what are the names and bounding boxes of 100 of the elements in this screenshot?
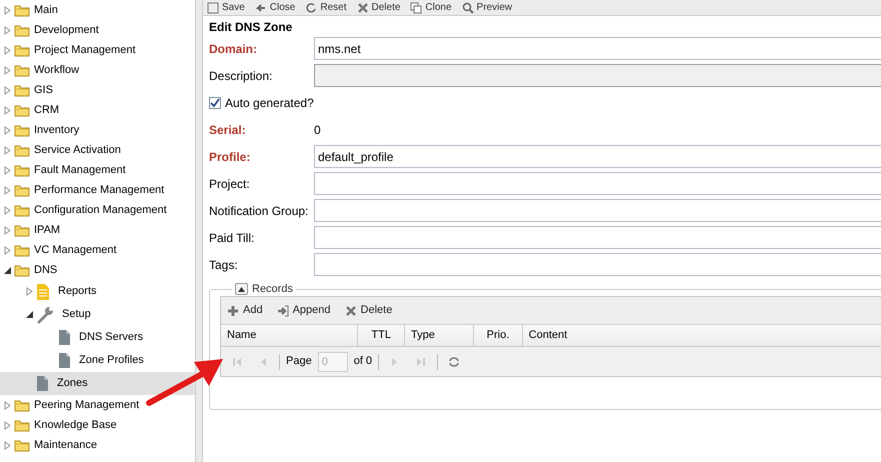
tree-item[interactable]: DNS bbox=[0, 260, 195, 280]
column-header[interactable]: Prio. bbox=[474, 325, 523, 346]
expand-icon bbox=[4, 146, 10, 154]
column-header[interactable]: TTL bbox=[358, 325, 405, 346]
expand-icon bbox=[4, 66, 10, 74]
toolbar-button[interactable]: Clone bbox=[410, 0, 452, 15]
tree-item[interactable]: Inventory bbox=[0, 120, 195, 140]
folder-icon bbox=[14, 104, 30, 116]
input-field[interactable] bbox=[314, 172, 881, 195]
pager-label: Page bbox=[286, 354, 312, 370]
input-field[interactable] bbox=[314, 253, 881, 276]
folder-icon bbox=[14, 204, 30, 216]
folder-icon bbox=[14, 398, 30, 412]
tree-item[interactable]: Reports bbox=[0, 280, 195, 303]
tree-item[interactable]: CRM bbox=[0, 100, 195, 120]
folder-icon bbox=[14, 64, 30, 76]
first-page-button[interactable] bbox=[232, 356, 242, 366]
search-icon bbox=[462, 2, 474, 14]
expand-icon bbox=[4, 440, 10, 450]
expand-icon bbox=[26, 287, 32, 296]
tree-item[interactable]: GIS bbox=[0, 80, 195, 100]
expand-icon bbox=[4, 226, 10, 234]
folder-icon bbox=[14, 4, 30, 16]
folder-icon bbox=[14, 84, 30, 96]
input-field[interactable] bbox=[314, 226, 881, 249]
collapse-icon bbox=[4, 266, 10, 274]
collapse-button[interactable] bbox=[235, 283, 248, 295]
tree-item[interactable]: Workflow bbox=[0, 60, 195, 80]
field-label: Domain: bbox=[209, 40, 258, 58]
folder-icon bbox=[14, 24, 30, 36]
tree-item[interactable]: Setup bbox=[0, 303, 195, 326]
expand-icon bbox=[4, 106, 10, 114]
expand-icon bbox=[4, 420, 10, 430]
tree-item[interactable]: Maintenance bbox=[0, 435, 195, 455]
folder-icon bbox=[14, 264, 30, 276]
column-header[interactable]: Content bbox=[522, 325, 881, 346]
wrench-icon bbox=[36, 306, 54, 324]
checkbox[interactable] bbox=[209, 96, 221, 108]
field-label: Paid Till: bbox=[209, 230, 256, 246]
document-icon bbox=[36, 282, 50, 300]
column-header[interactable]: Type bbox=[404, 325, 474, 346]
refresh-icon[interactable] bbox=[449, 356, 460, 366]
plus-icon bbox=[227, 304, 239, 316]
toolbar-button[interactable]: Delete bbox=[356, 0, 400, 15]
toolbar-button[interactable]: Close bbox=[254, 0, 296, 15]
grid-button[interactable]: Delete bbox=[344, 302, 392, 319]
page-icon bbox=[58, 329, 71, 346]
undo-icon bbox=[305, 2, 318, 14]
grid-button[interactable]: Add bbox=[227, 302, 263, 319]
splitter[interactable] bbox=[195, 0, 203, 462]
tree-item[interactable]: DNS Servers bbox=[0, 326, 195, 349]
tree-item[interactable]: Zones bbox=[0, 372, 195, 395]
toolbar-button[interactable]: Preview bbox=[462, 0, 512, 15]
folder-icon bbox=[14, 164, 30, 176]
fieldset-title: Records bbox=[252, 282, 293, 296]
field-label: Project: bbox=[209, 176, 251, 192]
field-label: Notification Group: bbox=[209, 202, 310, 220]
tree-item[interactable]: Configuration Management bbox=[0, 200, 195, 220]
expand-icon bbox=[4, 206, 10, 214]
delete-icon bbox=[344, 304, 357, 316]
pager-total: of 0 bbox=[354, 354, 372, 370]
tree-item[interactable]: Service Activation bbox=[0, 140, 195, 160]
expand-icon bbox=[4, 26, 10, 34]
input-field[interactable]: default_profile bbox=[314, 145, 881, 168]
tree-item[interactable]: IPAM bbox=[0, 220, 195, 240]
folder-icon bbox=[14, 438, 30, 452]
field-label: Tags: bbox=[209, 256, 239, 274]
tree-item[interactable]: Fault Management bbox=[0, 160, 195, 180]
tree-item[interactable]: Zone Profiles bbox=[0, 349, 195, 372]
input-field[interactable]: nms.net bbox=[314, 37, 881, 60]
back-arrow-icon bbox=[254, 2, 267, 14]
tree-item[interactable]: Development bbox=[0, 20, 195, 40]
input-field[interactable] bbox=[314, 64, 881, 87]
tree-item[interactable]: VC Management bbox=[0, 240, 195, 260]
expand-icon bbox=[4, 166, 10, 174]
input-field[interactable] bbox=[314, 199, 881, 222]
folder-icon bbox=[14, 184, 30, 196]
column-header[interactable]: Name bbox=[221, 325, 358, 346]
expand-icon bbox=[4, 126, 10, 134]
expand-icon bbox=[4, 186, 10, 194]
delete-icon bbox=[356, 2, 368, 14]
expand-icon bbox=[4, 246, 10, 254]
tree-item[interactable]: Main bbox=[0, 0, 195, 20]
expand-icon bbox=[4, 86, 10, 94]
tree-item[interactable]: Performance Management bbox=[0, 180, 195, 200]
page-icon bbox=[58, 352, 71, 369]
last-page-button[interactable] bbox=[416, 356, 426, 366]
tree-item[interactable]: Knowledge Base bbox=[0, 415, 195, 435]
page-icon bbox=[36, 375, 49, 392]
tree-item[interactable]: Project Management bbox=[0, 40, 195, 60]
folder-icon bbox=[14, 144, 30, 156]
toolbar-button[interactable]: Save bbox=[207, 0, 245, 15]
tree-item[interactable]: Peering Management bbox=[0, 395, 195, 415]
checkbox-label: Auto generated? bbox=[225, 94, 314, 112]
field-label: Profile: bbox=[209, 148, 252, 166]
toolbar-button[interactable]: Reset bbox=[305, 0, 346, 15]
field-label: Serial: bbox=[209, 122, 247, 138]
folder-icon bbox=[14, 244, 30, 256]
grid-button[interactable]: Append bbox=[276, 302, 331, 319]
triangle-up-icon bbox=[238, 286, 245, 292]
